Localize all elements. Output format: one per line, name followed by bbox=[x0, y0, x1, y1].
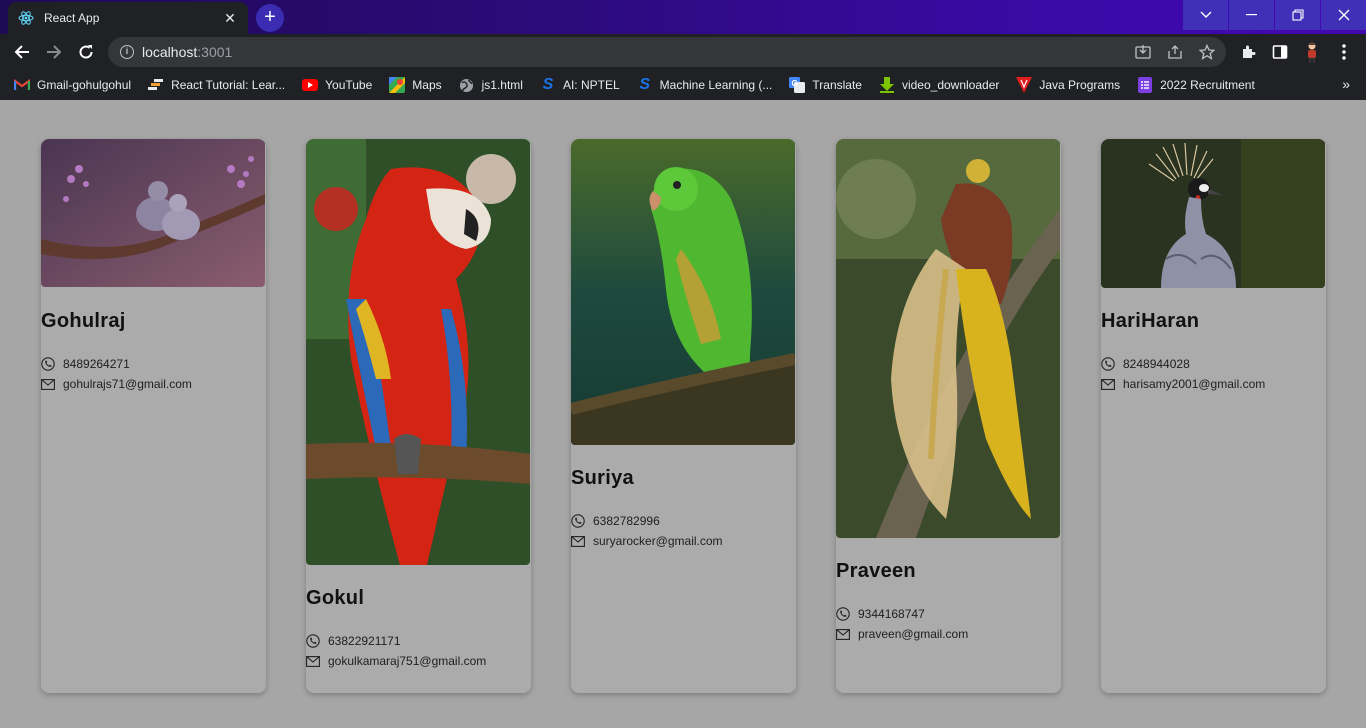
mail-icon bbox=[571, 535, 585, 547]
phone-icon bbox=[1101, 357, 1115, 371]
mail-icon bbox=[41, 378, 55, 390]
green-parakeet-image bbox=[571, 139, 795, 445]
back-arrow-icon[interactable] bbox=[8, 38, 36, 66]
bookmark-youtube[interactable]: YouTube bbox=[302, 73, 372, 97]
email-address: gohulrajs71@gmail.com bbox=[63, 377, 192, 391]
tab-search-icon[interactable] bbox=[1183, 0, 1228, 30]
email-row: suryarocker@gmail.com bbox=[571, 531, 796, 551]
phone-icon bbox=[836, 607, 850, 621]
globe-icon bbox=[459, 77, 475, 93]
contact-card: Suriya 6382782996 suryarocker@gmail.com bbox=[571, 139, 796, 693]
youtube-icon bbox=[302, 77, 319, 93]
minimize-icon[interactable] bbox=[1229, 0, 1274, 30]
contact-card: Gohulraj 8489264271 gohulrajs71@gmail.co… bbox=[41, 139, 266, 693]
browser-title-bar: React App ✕ + bbox=[0, 0, 1366, 34]
bookmarks-overflow-icon[interactable]: » bbox=[1342, 76, 1350, 92]
url-port: :3001 bbox=[197, 44, 233, 60]
site-info-icon[interactable]: i bbox=[120, 45, 134, 59]
extensions-puzzle-icon[interactable] bbox=[1234, 38, 1262, 66]
contact-name: Praveen bbox=[836, 560, 916, 582]
email-row: praveen@gmail.com bbox=[836, 624, 1061, 644]
maps-icon bbox=[389, 77, 406, 93]
download-arrow-icon bbox=[879, 77, 895, 93]
bookmark-java-programs[interactable]: Java Programs bbox=[1016, 73, 1120, 97]
side-panel-icon[interactable] bbox=[1266, 38, 1294, 66]
bird-of-paradise-image bbox=[836, 139, 1060, 538]
forward-arrow-icon[interactable] bbox=[40, 38, 68, 66]
phone-number: 8489264271 bbox=[63, 357, 130, 371]
forms-icon bbox=[1137, 77, 1153, 93]
email-row: harisamy2001@gmail.com bbox=[1101, 374, 1326, 394]
bookmark-ai-nptel[interactable]: S AI: NPTEL bbox=[540, 73, 620, 97]
phone-number: 9344168747 bbox=[858, 607, 925, 621]
bookmark-2022-recruitment[interactable]: 2022 Recruitment bbox=[1137, 73, 1255, 97]
phone-number: 63822921171 bbox=[328, 634, 401, 648]
contact-card: Praveen 9344168747 praveen@gmail.com bbox=[836, 139, 1061, 693]
react-tutorial-icon bbox=[148, 77, 164, 93]
email-address: gokulkamaraj751@gmail.com bbox=[328, 654, 487, 668]
browser-tab[interactable]: React App ✕ bbox=[8, 2, 248, 34]
contact-name: HariHaran bbox=[1101, 310, 1200, 332]
phone-icon bbox=[41, 357, 55, 371]
contact-name: Gohulraj bbox=[41, 310, 126, 332]
url-host: localhost bbox=[142, 44, 198, 60]
bookmark-machine-learning[interactable]: S Machine Learning (... bbox=[637, 73, 772, 97]
phone-row: 63822921171 bbox=[306, 631, 531, 651]
bookmarks-bar: Gmail-gohulgohul React Tutorial: Lear...… bbox=[0, 70, 1366, 100]
close-window-icon[interactable] bbox=[1321, 0, 1366, 30]
email-address: suryarocker@gmail.com bbox=[593, 534, 723, 548]
tab-close-icon[interactable]: ✕ bbox=[222, 10, 238, 27]
email-row: gokulkamaraj751@gmail.com bbox=[306, 651, 531, 671]
page-content: Gohulraj 8489264271 gohulrajs71@gmail.co… bbox=[0, 100, 1366, 728]
contact-name: Suriya bbox=[571, 467, 634, 489]
java-v-icon bbox=[1016, 77, 1033, 93]
email-address: harisamy2001@gmail.com bbox=[1123, 377, 1266, 391]
phone-icon bbox=[571, 514, 585, 528]
phone-row: 8489264271 bbox=[41, 354, 266, 374]
translate-icon: G bbox=[789, 77, 806, 93]
mail-icon bbox=[306, 655, 320, 667]
bookmark-video-downloader[interactable]: video_downloader bbox=[879, 73, 999, 97]
phone-row: 9344168747 bbox=[836, 604, 1061, 624]
gmail-icon bbox=[14, 77, 30, 93]
bookmark-star-icon[interactable] bbox=[1194, 41, 1220, 63]
bookmark-js1[interactable]: js1.html bbox=[459, 73, 523, 97]
contact-card: HariHaran 8248944028 harisamy2001@gmail.… bbox=[1101, 139, 1326, 693]
install-app-icon[interactable] bbox=[1130, 41, 1156, 63]
mail-icon bbox=[836, 628, 850, 640]
contact-name: Gokul bbox=[306, 587, 365, 609]
scarlet-macaw-image bbox=[306, 139, 530, 565]
reload-icon[interactable] bbox=[72, 38, 100, 66]
phone-row: 6382782996 bbox=[571, 511, 796, 531]
mail-icon bbox=[1101, 378, 1115, 390]
react-favicon-icon bbox=[18, 10, 34, 26]
email-row: gohulrajs71@gmail.com bbox=[41, 374, 266, 394]
share-icon[interactable] bbox=[1162, 41, 1188, 63]
crowned-crane-image bbox=[1101, 139, 1325, 288]
new-tab-button[interactable]: + bbox=[256, 4, 284, 32]
bookmark-translate[interactable]: G Translate bbox=[789, 73, 862, 97]
phone-row: 8248944028 bbox=[1101, 354, 1326, 374]
phone-icon bbox=[306, 634, 320, 648]
swayam-icon: S bbox=[542, 76, 554, 93]
bookmark-react-tutorial[interactable]: React Tutorial: Lear... bbox=[148, 73, 285, 97]
swayam-icon: S bbox=[639, 76, 650, 93]
address-bar[interactable]: i localhost:3001 bbox=[108, 37, 1226, 67]
phone-number: 6382782996 bbox=[593, 514, 660, 528]
bookmark-maps[interactable]: Maps bbox=[389, 73, 442, 97]
profile-avatar-icon[interactable] bbox=[1298, 38, 1326, 66]
contact-card: Gokul 63822921171 gokulkamaraj751@gmail.… bbox=[306, 139, 531, 693]
two-birds-on-branch-image bbox=[41, 139, 265, 287]
tab-title: React App bbox=[44, 11, 100, 25]
more-menu-icon[interactable] bbox=[1330, 38, 1358, 66]
email-address: praveen@gmail.com bbox=[858, 627, 969, 641]
phone-number: 8248944028 bbox=[1123, 357, 1190, 371]
restore-icon[interactable] bbox=[1275, 0, 1320, 30]
bookmark-gmail[interactable]: Gmail-gohulgohul bbox=[14, 73, 131, 97]
browser-toolbar: i localhost:3001 bbox=[0, 34, 1366, 70]
svg-text:G: G bbox=[792, 79, 798, 88]
